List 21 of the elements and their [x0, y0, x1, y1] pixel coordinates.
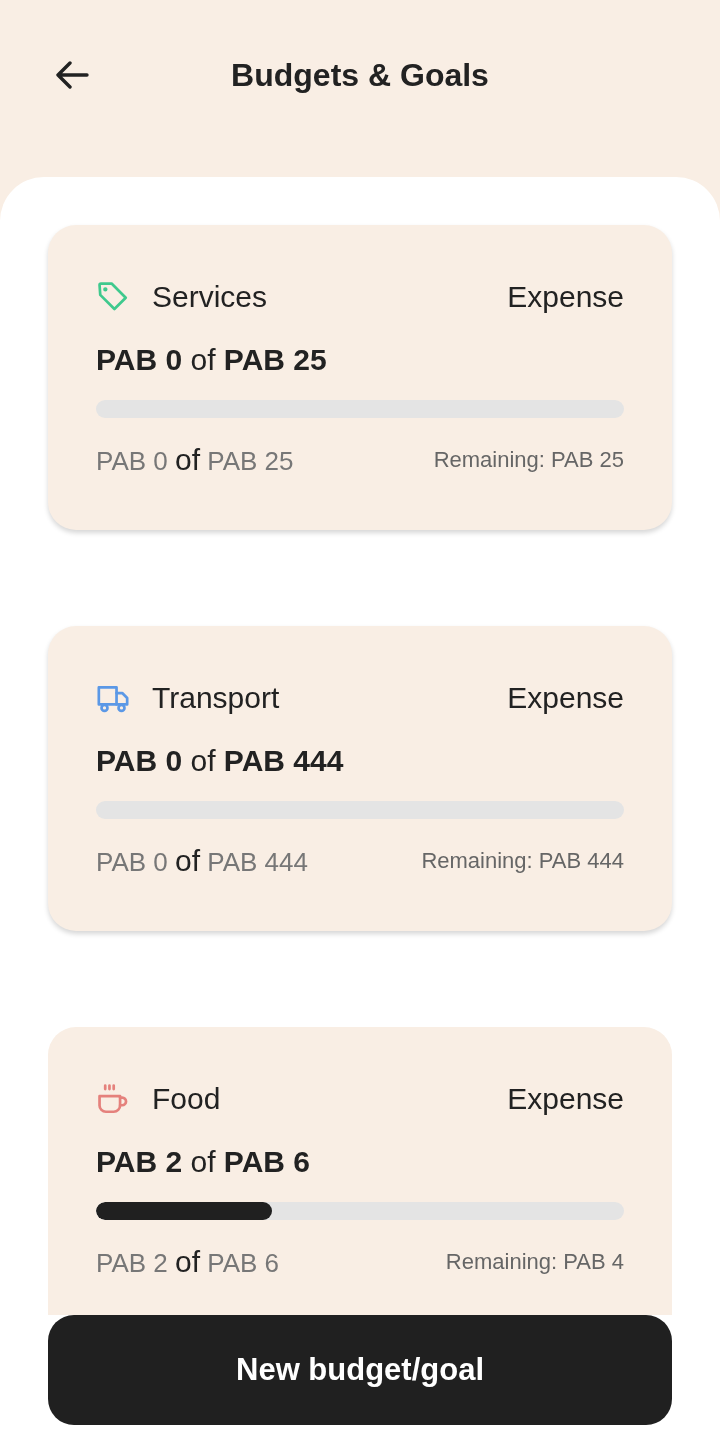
remaining-amount: Remaining: PAB 444 — [421, 847, 624, 875]
spent-summary: PAB 0 of PAB 444 — [96, 842, 308, 879]
new-budget-button[interactable]: New budget/goal — [48, 1315, 672, 1425]
budget-card[interactable]: Services Expense PAB 0 of PAB 25 PAB 0 of PAB 25 Remaining: PAB 25 — [48, 225, 672, 530]
budget-card[interactable]: Food Expense PAB 2 of PAB 6 PAB 2 of PAB 6 Remaining: PAB 4 — [48, 1027, 672, 1315]
budget-amount: PAB 0 of PAB 444 — [96, 743, 345, 779]
budget-type: Expense — [507, 1081, 624, 1117]
page-title: Budgets & Goals — [231, 56, 489, 95]
budget-amount: PAB 2 of PAB 6 — [96, 1144, 311, 1180]
spent-summary: PAB 2 of PAB 6 — [96, 1243, 280, 1280]
category-name: Food — [152, 1081, 221, 1117]
back-arrow-icon[interactable] — [55, 61, 89, 89]
category-name: Transport — [152, 680, 280, 716]
budget-amount: PAB 0 of PAB 25 — [96, 342, 328, 378]
budget-type: Expense — [507, 680, 624, 716]
remaining-amount: Remaining: PAB 4 — [445, 1248, 624, 1276]
budget-type: Expense — [507, 279, 624, 315]
remaining-amount: Remaining: PAB 25 — [433, 446, 624, 474]
spent-summary: PAB 0 of PAB 25 — [96, 441, 294, 478]
budget-card[interactable]: Transport Expense PAB 0 of PAB 444 PAB 0 of PAB 444 Remaining: PAB 444 — [48, 626, 672, 931]
category-name: Services — [152, 279, 268, 315]
